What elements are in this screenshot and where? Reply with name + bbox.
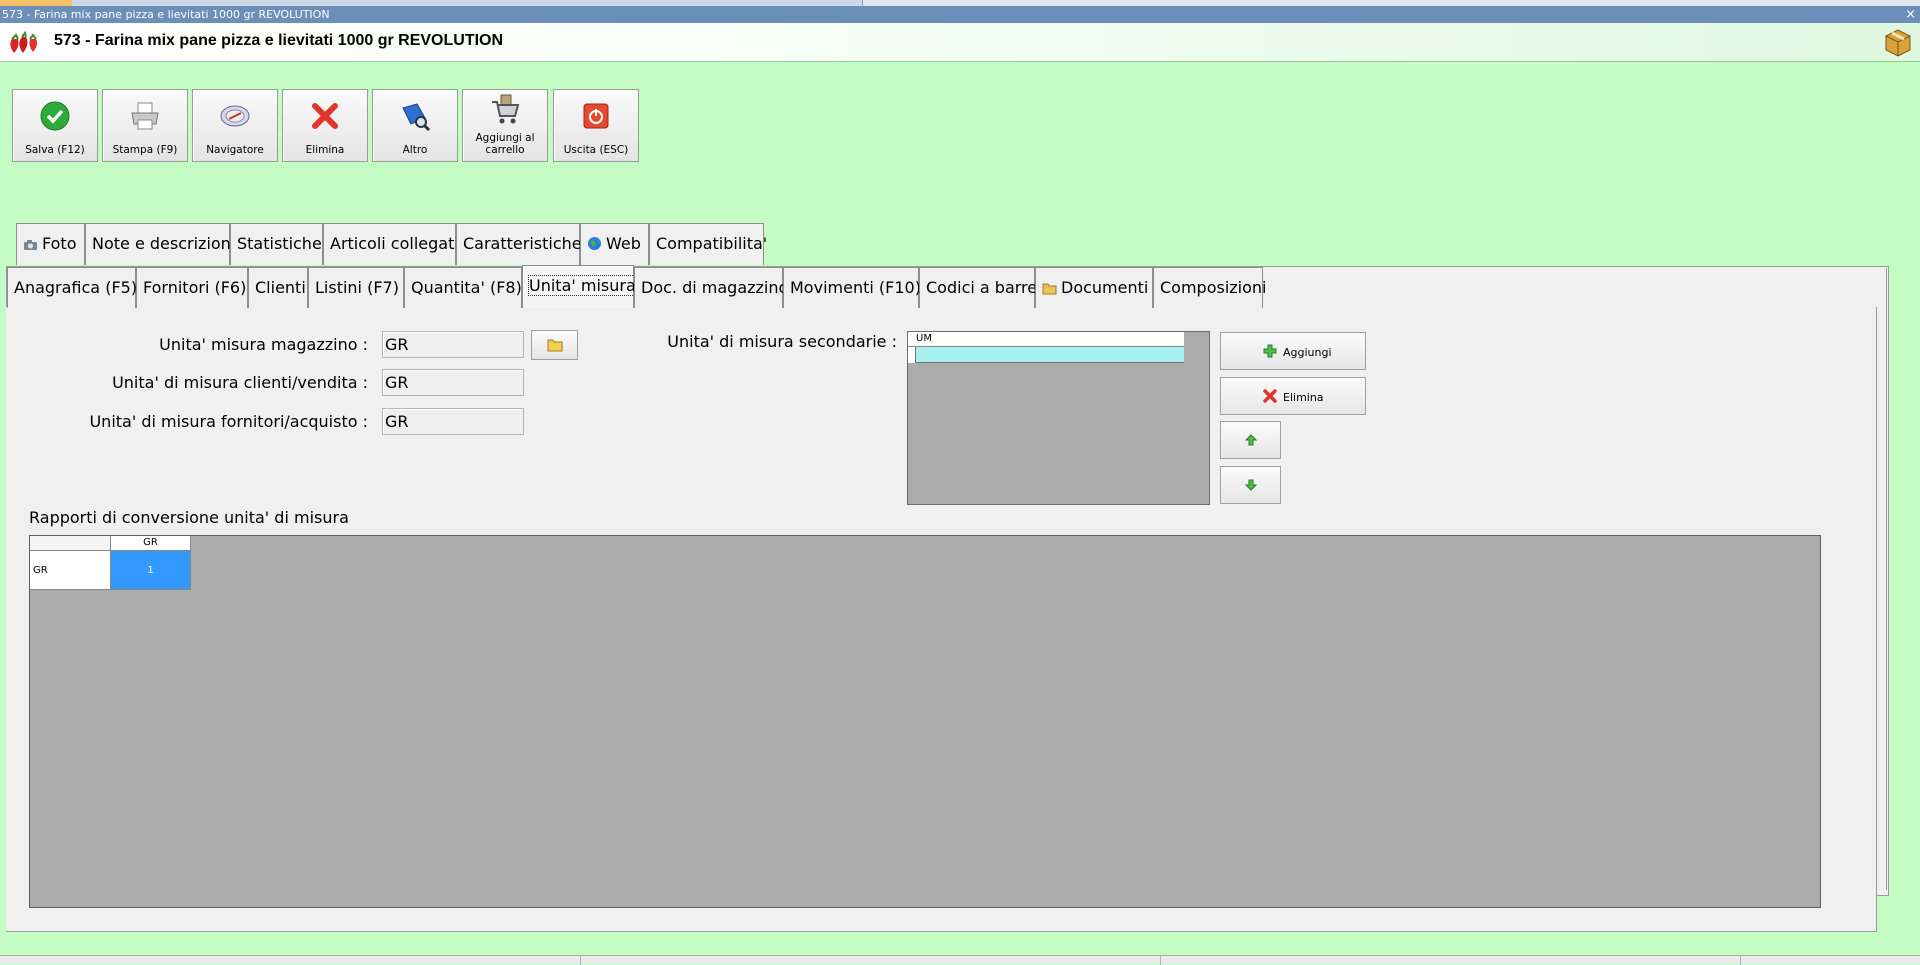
exit-button[interactable]: Uscita (ESC): [553, 89, 639, 162]
window-title-bar: 573 - Farina mix pane pizza e lievitati …: [0, 6, 1920, 23]
tab-label: Quantita' (F8): [411, 278, 522, 297]
arrow-up-icon: [1245, 434, 1257, 446]
grid-row-header[interactable]: GR: [30, 551, 111, 590]
save-button[interactable]: Salva (F12): [12, 89, 98, 162]
other-label: Altro: [402, 144, 428, 156]
navigator-label: Navigatore: [206, 144, 264, 156]
tab-unita-misura[interactable]: Unita' misura: [522, 265, 637, 308]
x-icon: [1263, 389, 1277, 403]
tab-label: Fornitori (F6): [143, 278, 247, 297]
um-clienti-field[interactable]: GR: [382, 369, 524, 396]
tab-label: Note e descrizioni: [92, 234, 236, 253]
other-button[interactable]: Altro: [372, 89, 458, 162]
tab-label: Listini (F7): [315, 278, 399, 297]
tab-compatibilita[interactable]: Compatibilita': [649, 223, 768, 265]
secondary-um-row[interactable]: [908, 347, 1184, 363]
um-clienti-label: Unita' di misura clienti/vendita :: [112, 373, 368, 392]
remove-label: Elimina: [1283, 391, 1324, 404]
add-button[interactable]: Aggiungi: [1220, 332, 1366, 370]
book-magnifier-icon: [402, 103, 431, 132]
browse-um-button[interactable]: [531, 330, 578, 360]
package-icon[interactable]: [1882, 26, 1914, 58]
row-selector[interactable]: [908, 347, 916, 363]
tab-listini[interactable]: Listini (F7): [308, 267, 404, 308]
tab-doc-magazzino[interactable]: Doc. di magazzino: [634, 267, 788, 308]
print-button[interactable]: Stampa (F9): [102, 89, 188, 162]
grid-corner: [30, 536, 111, 551]
tab-movimenti[interactable]: Movimenti (F10): [783, 267, 921, 308]
tab-label: Unita' misura: [528, 275, 637, 296]
save-label: Salva (F12): [25, 144, 85, 156]
tab-codici-barre[interactable]: Codici a barre: [919, 267, 1038, 308]
um-magazzino-field[interactable]: GR: [382, 331, 524, 358]
move-down-button[interactable]: [1220, 466, 1281, 504]
status-bar: [0, 955, 1920, 965]
tab-label: Documenti: [1061, 278, 1149, 297]
add-to-cart-button[interactable]: Aggiungi al carrello: [462, 89, 548, 162]
record-header: 573 - Farina mix pane pizza e lievitati …: [0, 23, 1920, 62]
grid-cell-selected[interactable]: 1: [111, 551, 191, 590]
delete-label: Elimina: [305, 144, 345, 156]
tab-anagrafica[interactable]: Anagrafica (F5): [7, 267, 138, 308]
page-title: 573 - Farina mix pane pizza e lievitati …: [54, 32, 504, 49]
arrow-down-icon: [1245, 479, 1257, 491]
folder-icon: [1042, 283, 1057, 295]
tab-composizioni[interactable]: Composizioni: [1153, 267, 1267, 308]
tab-label: Anagrafica (F5): [14, 278, 138, 297]
tab-label: Foto: [42, 234, 77, 253]
tab-label: Web: [606, 234, 641, 253]
conversion-grid[interactable]: GR GR 1: [29, 535, 1821, 908]
tab-web[interactable]: Web: [580, 223, 649, 265]
tab-fornitori[interactable]: Fornitori (F6): [136, 267, 248, 308]
tab-note-descrizioni[interactable]: Note e descrizioni: [85, 223, 235, 265]
folder-icon: [547, 339, 563, 352]
tab-label: Compatibilita': [656, 234, 768, 253]
um-fornitori-label: Unita' di misura fornitori/acquisto :: [89, 412, 368, 431]
tab-quantita[interactable]: Quantita' (F8): [404, 267, 522, 308]
plus-icon: [1263, 344, 1277, 358]
add-to-cart-label: Aggiungi al carrello: [475, 132, 535, 156]
um-fornitori-field[interactable]: GR: [382, 408, 524, 435]
tab-statistiche[interactable]: Statistiche: [230, 223, 323, 265]
print-label: Stampa (F9): [112, 144, 178, 156]
close-icon[interactable]: ×: [1905, 6, 1916, 23]
secondarie-label: Unita' di misura secondarie :: [667, 332, 897, 351]
remove-button[interactable]: Elimina: [1220, 377, 1366, 415]
power-icon: [583, 103, 609, 129]
um-magazzino-label: Unita' misura magazzino :: [159, 335, 368, 354]
tab-clienti[interactable]: Clienti: [248, 267, 308, 308]
check-icon: [40, 101, 70, 131]
navigator-button[interactable]: Navigatore: [192, 89, 278, 162]
tab-articoli-collegati[interactable]: Articoli collegati: [323, 223, 459, 265]
tab-label: Movimenti (F10): [790, 278, 921, 297]
add-label: Aggiungi: [1283, 346, 1332, 359]
globe-icon: [588, 237, 601, 250]
tab-label: Articoli collegati: [330, 234, 459, 253]
tab-label: Clienti: [255, 278, 306, 297]
x-icon: [312, 103, 338, 129]
tab-documenti[interactable]: Documenti: [1035, 267, 1153, 308]
cart-icon: [492, 94, 520, 124]
tab-foto[interactable]: Foto: [16, 223, 85, 265]
move-up-button[interactable]: [1220, 421, 1281, 459]
tab-label: Codici a barre: [926, 278, 1038, 297]
compass-icon: [220, 105, 250, 127]
camera-icon: [24, 240, 37, 250]
conversion-title: Rapporti di conversione unita' di misura: [29, 508, 349, 527]
grid-column-header[interactable]: GR: [111, 536, 191, 551]
printer-icon: [131, 102, 159, 130]
strawberries-icon: [10, 31, 37, 53]
tab-panel-shadow: [1878, 268, 1887, 890]
tab-label: Composizioni: [1160, 278, 1267, 297]
tab-label: Statistiche: [237, 234, 322, 253]
window-title: 573 - Farina mix pane pizza e lievitati …: [2, 8, 330, 21]
secondary-um-column-header[interactable]: UM: [908, 332, 1184, 347]
tab-label: Caratteristiche: [463, 234, 582, 253]
tab-caratteristiche[interactable]: Caratteristiche: [456, 223, 582, 265]
tab-label: Doc. di magazzino: [641, 278, 789, 297]
delete-button[interactable]: Elimina: [282, 89, 368, 162]
exit-label: Uscita (ESC): [563, 144, 629, 156]
